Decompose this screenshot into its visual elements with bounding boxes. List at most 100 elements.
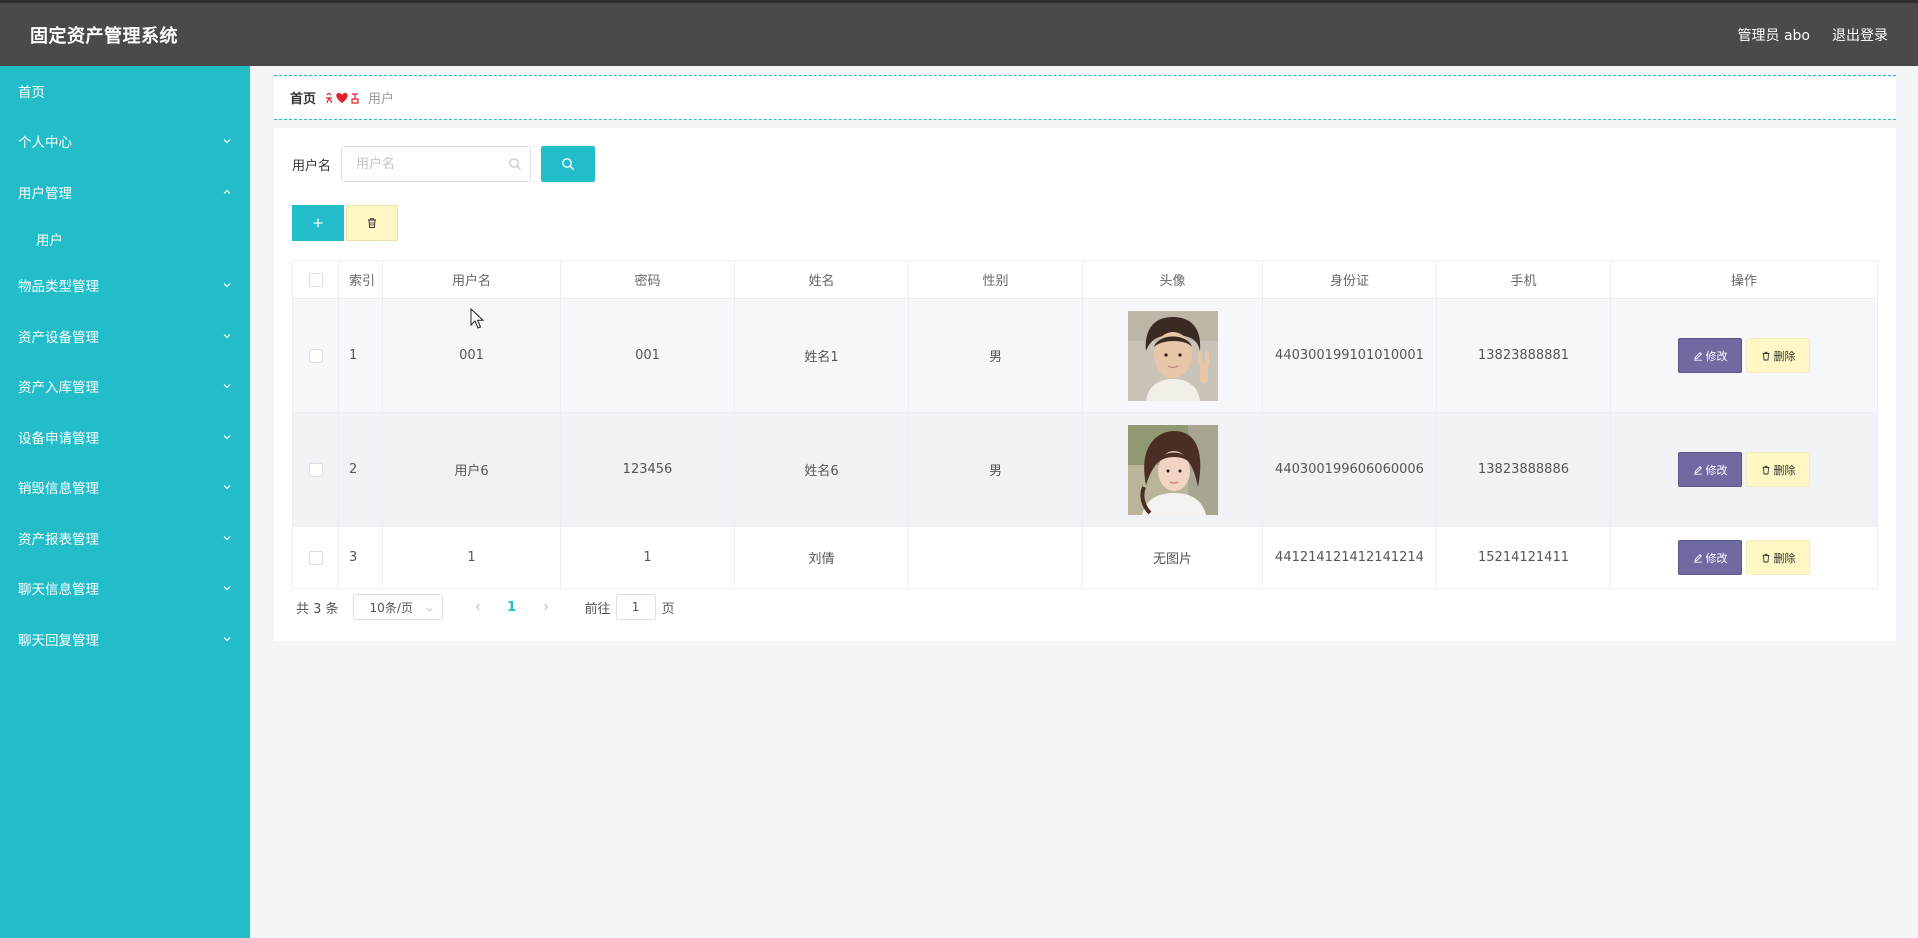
sidebar-item-label: 物品类型管理 [18, 279, 99, 296]
column-header: 性别 [909, 261, 1083, 298]
sidebar-item-personal-center[interactable]: 个人中心 [0, 116, 250, 167]
cell-phone: 15214121411 [1437, 527, 1611, 588]
sidebar-item-label: 资产报表管理 [18, 531, 99, 548]
row-select-cell [293, 413, 339, 526]
edit-button-label: 修改 [1705, 552, 1728, 565]
column-header: 身份证 [1263, 261, 1437, 298]
cell-actions: 修改 删除 [1611, 527, 1877, 588]
row-action-group: 修改 删除 [1678, 338, 1810, 373]
avatar [1127, 424, 1218, 515]
row-checkbox[interactable] [308, 462, 323, 477]
edit-icon [1693, 553, 1702, 563]
action-row [292, 205, 398, 241]
sidebar-item-label: 个人中心 [18, 135, 72, 152]
cell-gender: 男 [909, 413, 1083, 526]
chevron-down-icon [222, 331, 232, 341]
edit-icon [1693, 465, 1702, 475]
add-button[interactable] [292, 205, 344, 241]
table-row: 1 001 001 姓名1 男 440300199101010001 13823… [293, 299, 1877, 413]
sidebar-item-asset-equipment-management[interactable]: 资产设备管理 [0, 311, 250, 362]
prev-page-button[interactable] [463, 594, 493, 620]
trash-icon [1762, 553, 1769, 562]
cell-avatar [1083, 299, 1263, 412]
header-select-all [293, 261, 339, 298]
cell-name: 姓名6 [735, 413, 909, 526]
delete-button[interactable]: 删除 [1746, 338, 1810, 373]
main-content: 首页 用户 用户名 用户名 索引 用户名 密码 姓名 性别 头像 身份证 手机 … [250, 66, 1918, 938]
breadcrumb: 首页 用户 [274, 75, 1896, 120]
top-bar: 固定资产管理系统 管理员 abo 退出登录 [0, 0, 1918, 66]
column-header: 姓名 [735, 261, 909, 298]
sidebar-item-label: 设备申请管理 [18, 430, 99, 447]
sidebar-item-label: 首页 [18, 85, 45, 101]
delete-button[interactable]: 删除 [1746, 452, 1810, 487]
cell-actions: 修改 删除 [1611, 299, 1877, 412]
pagination-total: 共 3 条 [296, 601, 339, 617]
user-table: 索引 用户名 密码 姓名 性别 头像 身份证 手机 操作 1 001 001 姓… [292, 260, 1878, 589]
delete-button-label: 删除 [1773, 464, 1796, 477]
cell-avatar [1083, 413, 1263, 526]
sidebar-item-label: 用户 [36, 232, 63, 249]
cell-phone: 13823888886 [1437, 413, 1611, 526]
cell-gender: 男 [909, 299, 1083, 412]
delete-button[interactable]: 删除 [1746, 540, 1810, 575]
sidebar-item-user-management[interactable]: 用户管理 [0, 167, 250, 218]
edit-icon [1693, 351, 1702, 361]
cell-phone: 13823888881 [1437, 299, 1611, 412]
table-row: 3 1 1 刘倩 无图片 441214121412141214 15214121… [293, 527, 1877, 588]
chevron-down-icon [222, 136, 232, 146]
sidebar-item-label: 用户管理 [18, 185, 72, 202]
trash-icon [368, 218, 376, 228]
delete-button-label: 删除 [1773, 350, 1796, 363]
chevron-down-icon [222, 634, 232, 644]
column-header: 手机 [1437, 261, 1611, 298]
heart-separator-icon [324, 91, 360, 105]
chevron-down-icon [222, 533, 232, 543]
cell-name: 刘倩 [735, 527, 909, 588]
chevron-down-icon [425, 603, 434, 612]
edit-button[interactable]: 修改 [1678, 540, 1742, 575]
sidebar-item-asset-inbound-management[interactable]: 资产入库管理 [0, 361, 250, 412]
sidebar-item-disposal-info-management[interactable]: 销毁信息管理 [0, 462, 250, 513]
cell-index: 1 [339, 299, 383, 412]
cell-username: 1 [383, 527, 561, 588]
logout-link[interactable]: 退出登录 [1832, 25, 1888, 45]
content-panel: 用户名 索引 用户名 [274, 128, 1896, 641]
batch-delete-button[interactable] [346, 205, 398, 241]
search-input[interactable] [342, 147, 531, 181]
edit-button[interactable]: 修改 [1678, 452, 1742, 487]
goto-page-input[interactable] [615, 594, 656, 620]
app-title: 固定资产管理系统 [30, 25, 178, 47]
cell-username: 用户6 [383, 413, 561, 526]
search-label: 用户名 [292, 158, 332, 174]
delete-button-label: 删除 [1773, 552, 1796, 565]
trash-icon [1762, 351, 1769, 360]
table-row: 2 用户6 123456 姓名6 男 440300199606060006 13… [293, 413, 1877, 527]
chevron-right-icon [543, 603, 548, 611]
page-size-value: 10条/页 [369, 600, 413, 615]
next-page-button[interactable] [531, 594, 561, 620]
edit-button[interactable]: 修改 [1678, 338, 1742, 373]
sidebar-item-item-type-management[interactable]: 物品类型管理 [0, 260, 250, 311]
sidebar-item-home[interactable]: 首页 [0, 66, 250, 116]
trash-icon [1762, 465, 1769, 474]
sidebar-item-chat-info-management[interactable]: 聊天信息管理 [0, 563, 250, 614]
top-right-actions: 管理员 abo 退出登录 [1738, 25, 1888, 45]
row-action-group: 修改 删除 [1678, 540, 1810, 575]
breadcrumb-home[interactable]: 首页 [290, 88, 316, 107]
sidebar-item-equipment-request-management[interactable]: 设备申请管理 [0, 412, 250, 463]
page-size-select[interactable]: 10条/页 [352, 594, 443, 620]
row-checkbox[interactable] [308, 550, 323, 565]
sidebar-item-asset-report-management[interactable]: 资产报表管理 [0, 513, 250, 564]
sidebar-item-chat-reply-management[interactable]: 聊天回复管理 [0, 614, 250, 665]
cell-username: 001 [383, 299, 561, 412]
sidebar-item-user[interactable]: 用户 [0, 217, 250, 260]
chevron-left-icon [475, 603, 480, 611]
cell-password: 001 [561, 299, 735, 412]
table-header-row: 索引 用户名 密码 姓名 性别 头像 身份证 手机 操作 [293, 261, 1877, 299]
select-all-checkbox[interactable] [308, 272, 323, 287]
page-number-current[interactable]: 1 [497, 594, 527, 620]
search-button[interactable] [541, 146, 596, 182]
column-header: 用户名 [383, 261, 561, 298]
row-checkbox[interactable] [308, 348, 323, 363]
